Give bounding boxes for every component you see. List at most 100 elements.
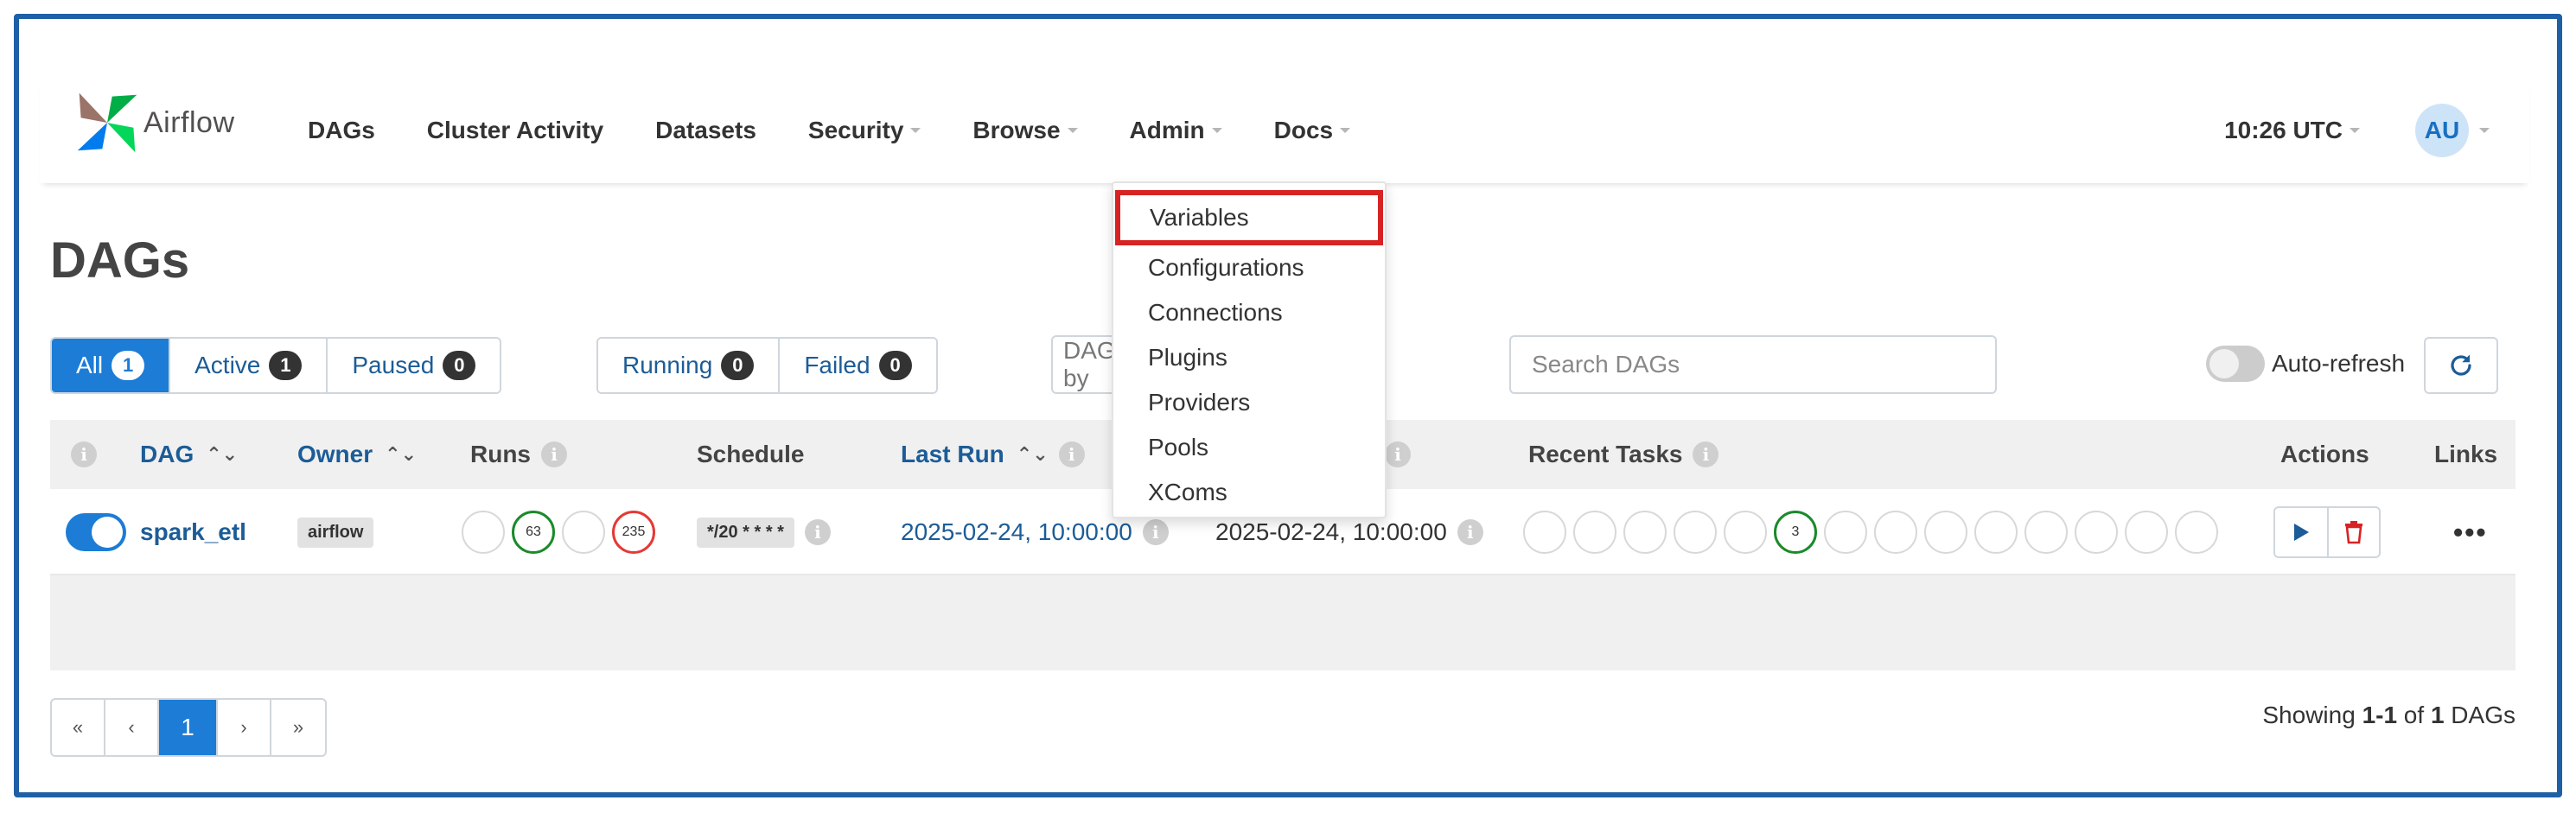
airflow-logo[interactable]: Airflow (74, 90, 235, 156)
menu-item-plugins[interactable]: Plugins (1113, 335, 1385, 380)
last-run-link[interactable]: 2025-02-24, 10:00:00 (901, 518, 1132, 546)
schedule-cell: */20 * * * * i (697, 489, 831, 575)
run-status-circle-success[interactable]: 63 (512, 511, 555, 554)
info-icon: i (1457, 519, 1483, 545)
filter-all[interactable]: All 1 (52, 339, 171, 392)
more-links-icon[interactable]: ••• (2453, 517, 2488, 549)
filter-active[interactable]: Active 1 (170, 339, 328, 392)
dag-id-cell: spark_etl (140, 489, 246, 575)
filter-paused-count: 0 (443, 351, 476, 380)
pagination-last[interactable]: » (271, 700, 325, 755)
menu-item-variables[interactable]: Variables (1115, 190, 1383, 245)
header-last-run-label: Last Run (901, 441, 1004, 467)
filter-paused[interactable]: Paused 0 (328, 339, 501, 392)
caret-down-icon (1067, 128, 1078, 133)
filter-failed-count: 0 (878, 351, 912, 380)
info-icon: i (804, 519, 831, 545)
tag-filter-input[interactable]: Filter DAGs by tag (1051, 335, 1120, 394)
nav-cluster-activity[interactable]: Cluster Activity (427, 117, 603, 144)
header-info: i (71, 420, 97, 489)
refresh-button[interactable] (2424, 337, 2498, 394)
pagination-page-1[interactable]: 1 (159, 700, 218, 755)
showing-suffix: DAGs (2444, 702, 2515, 728)
filter-failed-label: Failed (804, 352, 870, 378)
filter-all-label: All (76, 352, 104, 378)
task-state-circle[interactable] (1974, 511, 2018, 554)
task-state-circle[interactable] (2125, 511, 2168, 554)
header-schedule: Schedule (697, 420, 804, 489)
info-icon: i (541, 441, 567, 467)
nav-browse-label: Browse (972, 117, 1061, 143)
header-owner[interactable]: Owner ⌃⌄ (297, 420, 417, 489)
brand-name: Airflow (143, 105, 235, 139)
owner-tag[interactable]: airflow (297, 517, 374, 548)
showing-range: 1-1 (2362, 702, 2398, 728)
showing-prefix: Showing (2262, 702, 2362, 728)
dag-toggle-cell (66, 489, 126, 575)
sort-icon: ⌃⌄ (1016, 443, 1049, 465)
next-run-value: 2025-02-24, 10:00:00 (1215, 518, 1447, 545)
search-placeholder: Search DAGs (1532, 351, 1680, 378)
refresh-icon (2451, 354, 2471, 376)
actions-group (2273, 506, 2381, 558)
nav-security[interactable]: Security (808, 117, 921, 144)
trigger-dag-button[interactable] (2275, 508, 2327, 556)
admin-dropdown-menu: Variables Configurations Connections Plu… (1112, 181, 1387, 518)
task-state-circle[interactable] (1674, 511, 1717, 554)
header-schedule-label: Schedule (697, 441, 805, 467)
menu-item-providers[interactable]: Providers (1113, 380, 1385, 425)
nav-browse[interactable]: Browse (972, 117, 1078, 144)
task-state-circle[interactable] (1573, 511, 1616, 554)
menu-item-configurations[interactable]: Configurations (1113, 245, 1385, 290)
header-last-run[interactable]: Last Run ⌃⌄ i (901, 420, 1085, 489)
task-state-circle[interactable] (1874, 511, 1917, 554)
task-state-circle[interactable] (2075, 511, 2118, 554)
header-runs-label: Runs (470, 441, 531, 467)
task-state-circle[interactable] (1623, 511, 1667, 554)
user-avatar[interactable]: AU (2415, 104, 2469, 157)
links-cell: ••• (2453, 489, 2488, 575)
showing-count: Showing 1-1 of 1 DAGs (2262, 702, 2515, 729)
header-links-label: Links (2434, 441, 2498, 467)
task-state-circle[interactable] (1924, 511, 1967, 554)
table-empty-area (50, 575, 2515, 670)
pagination-next[interactable]: › (218, 700, 271, 755)
task-state-circle[interactable] (2024, 511, 2068, 554)
run-status-circle-failed[interactable]: 235 (612, 511, 655, 554)
delete-dag-button[interactable] (2327, 508, 2379, 556)
menu-item-xcoms[interactable]: XComs (1113, 470, 1385, 515)
search-dags-input[interactable]: Search DAGs (1509, 335, 1997, 394)
nav-admin[interactable]: Admin (1130, 117, 1222, 144)
task-state-circle[interactable] (1824, 511, 1867, 554)
dag-id-link[interactable]: spark_etl (140, 518, 246, 546)
runs-cell: 63 235 (462, 489, 662, 575)
pagination-prev[interactable]: ‹ (105, 700, 159, 755)
info-icon: i (1058, 441, 1085, 467)
header-recent-tasks-label: Recent Tasks (1528, 441, 1683, 467)
task-state-circle-success[interactable]: 3 (1774, 511, 1817, 554)
nav-docs[interactable]: Docs (1274, 117, 1351, 144)
info-icon: i (1142, 519, 1169, 545)
task-state-circle[interactable] (2175, 511, 2218, 554)
menu-item-pools[interactable]: Pools (1113, 425, 1385, 470)
run-status-circle[interactable] (562, 511, 605, 554)
menu-item-connections[interactable]: Connections (1113, 290, 1385, 335)
nav-security-label: Security (807, 117, 904, 143)
run-status-circle[interactable] (462, 511, 505, 554)
showing-total: 1 (2430, 702, 2445, 728)
timezone-dropdown[interactable]: 10:26 UTC (2224, 117, 2360, 144)
dag-pause-toggle[interactable] (66, 513, 126, 551)
header-recent-tasks: Recent Tasks i (1528, 420, 1719, 489)
auto-refresh-toggle[interactable] (2206, 346, 2265, 382)
schedule-tag[interactable]: */20 * * * * (697, 517, 794, 548)
filter-failed[interactable]: Failed 0 (780, 339, 936, 392)
filter-running[interactable]: Running 0 (598, 339, 781, 392)
task-state-circle[interactable] (1724, 511, 1767, 554)
pagination-first[interactable]: « (52, 700, 105, 755)
header-dag[interactable]: DAG ⌃⌄ (140, 420, 238, 489)
nav-dags[interactable]: DAGs (308, 117, 375, 144)
nav-datasets[interactable]: Datasets (655, 117, 756, 144)
header-actions: Actions (2280, 420, 2369, 489)
task-state-circle[interactable] (1523, 511, 1566, 554)
header-owner-label: Owner (297, 441, 373, 467)
